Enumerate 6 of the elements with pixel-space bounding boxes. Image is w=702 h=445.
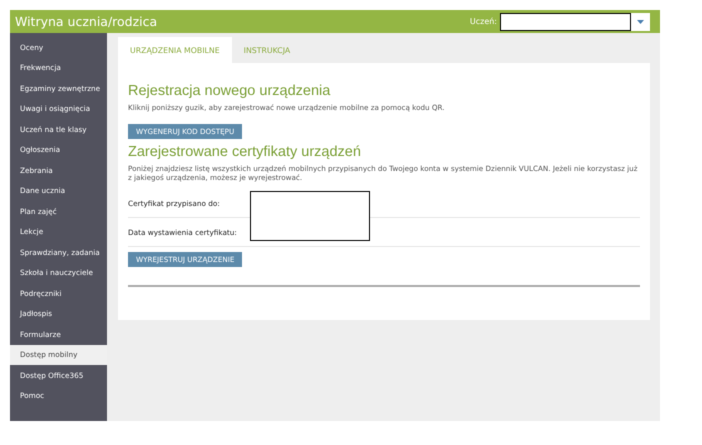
section-heading: Zarejestrowane certyfikaty urządzeń <box>128 144 362 160</box>
student-label: Uczeń: <box>470 17 497 26</box>
app-title: Witryna ucznia/rodzica <box>15 14 158 29</box>
section-heading: Rejestracja nowego urządzenia <box>128 83 332 99</box>
caret-icon <box>637 20 644 24</box>
student-select[interactable] <box>500 12 650 30</box>
